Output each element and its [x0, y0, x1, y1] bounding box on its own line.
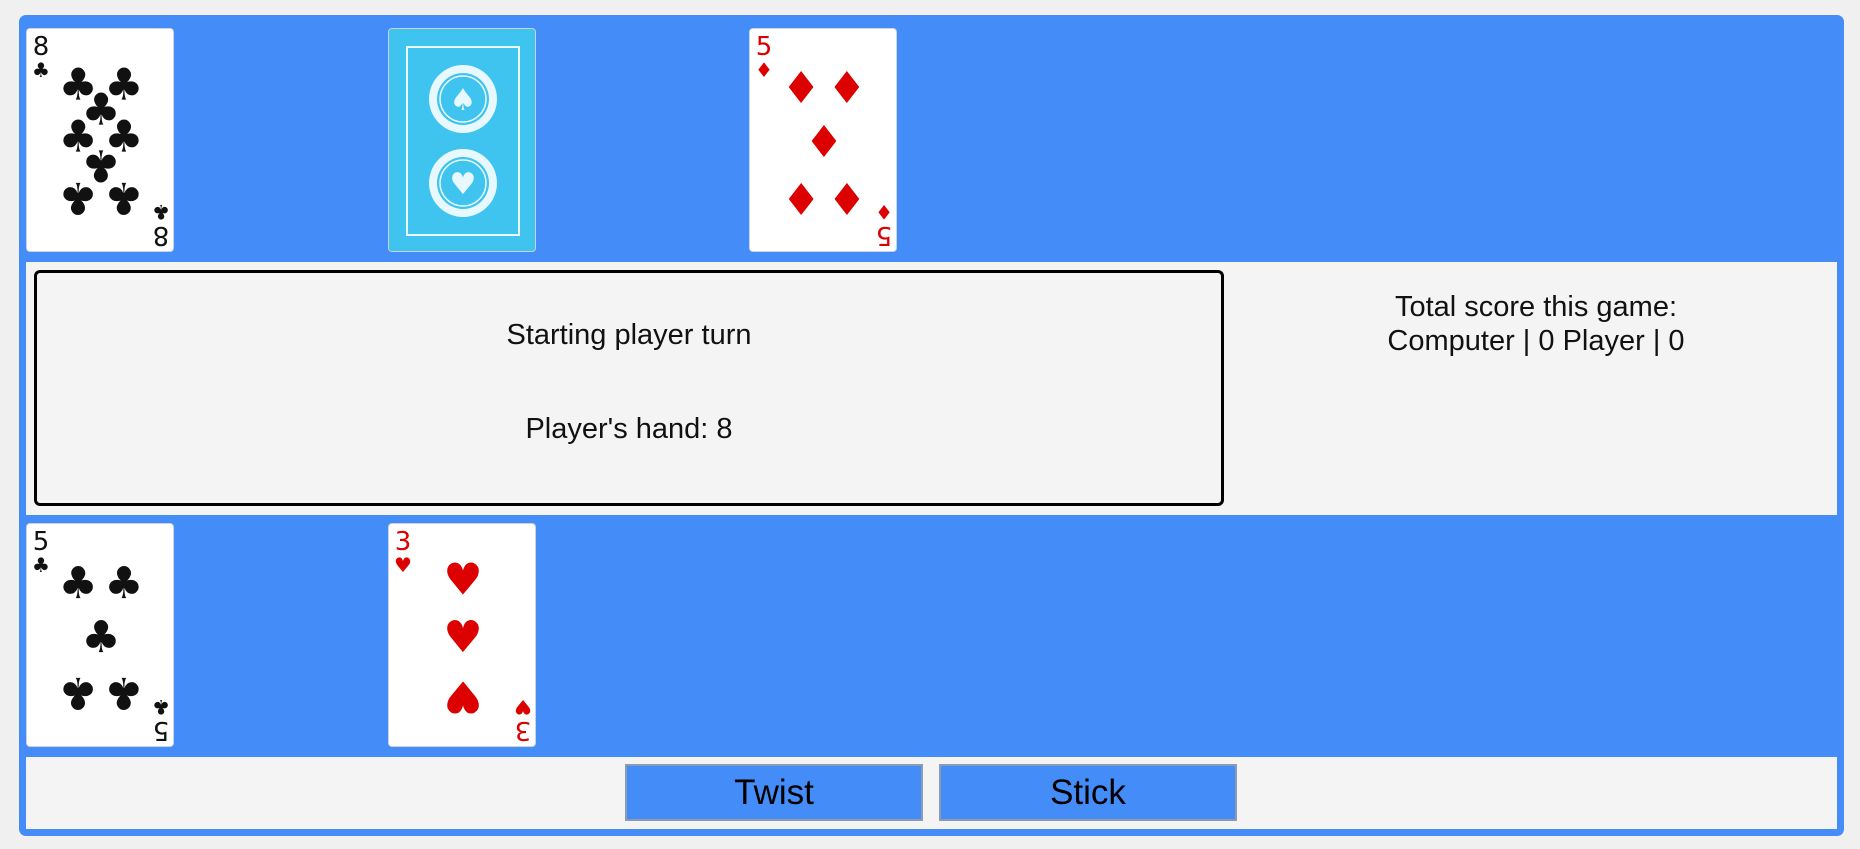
player-card-1-pip-icon: ♣	[81, 612, 120, 663]
computer-card-1-suit-bottom-icon: ♣	[152, 200, 170, 224]
hand-total-message: Player's hand: 8	[525, 413, 733, 445]
score-display: Total score this game: Computer | 0 Play…	[1241, 290, 1831, 358]
player-card-1-pip-icon: ♣	[104, 558, 143, 609]
player-card-2-pip-icon: ♥	[443, 671, 482, 722]
computer-card-3: 5 ♦ 5 ♦ ♦ ♦ ♦ ♦ ♦	[749, 28, 897, 252]
computer-card-1-pip-icon: ♣	[58, 172, 97, 223]
stick-button[interactable]: Stick	[939, 764, 1237, 821]
computer-card-1-suit-top-icon: ♣	[32, 58, 50, 82]
computer-card-2: ♠ ♥	[388, 28, 536, 252]
player-card-1-pip-icon: ♣	[58, 558, 97, 609]
player-card-1-pip-icon: ♣	[58, 667, 97, 718]
twist-button[interactable]: Twist	[625, 764, 923, 821]
computer-card-3-pip-icon: ♦	[827, 63, 866, 114]
player-card-1-pip-icon: ♣	[104, 667, 143, 718]
computer-card-3-suit-bottom-icon: ♦	[875, 200, 893, 224]
player-card-1: 5 ♣ 5 ♣ ♣ ♣ ♣ ♣ ♣	[26, 523, 174, 747]
score-values: Computer | 0 Player | 0	[1387, 325, 1685, 357]
player-card-2-suit-top-icon: ♥	[394, 553, 412, 577]
player-card-2-suit-bottom-icon: ♥	[514, 695, 532, 719]
player-card-2: 3 ♥ 3 ♥ ♥ ♥ ♥	[388, 523, 536, 747]
computer-card-3-pip-icon: ♦	[827, 172, 866, 223]
player-hand: 5 ♣ 5 ♣ ♣ ♣ ♣ ♣ ♣ 3 ♥ 3 ♥ ♥ ♥ ♥	[26, 522, 1837, 749]
score-title: Total score this game:	[1394, 291, 1678, 323]
computer-card-3-pip-icon: ♦	[804, 117, 843, 168]
computer-card-3-pip-icon: ♦	[781, 172, 820, 223]
controls-bar: Twist Stick	[26, 757, 1837, 829]
computer-card-3-suit-top-icon: ♦	[755, 58, 773, 82]
message-box: Starting player turn Player's hand: 8	[34, 270, 1224, 506]
svg-text:♥: ♥	[450, 167, 477, 202]
player-card-1-suit-top-icon: ♣	[32, 553, 50, 577]
computer-hand: 8 ♣ 8 ♣ ♣ ♣ ♣ ♣ ♣ ♣ ♣ ♣ ♠ ♥ 5 ♦ 5 ♦ ♦ ♦ ♦ ♦ ♦	[26, 28, 1837, 255]
player-card-1-suit-bottom-icon: ♣	[152, 695, 170, 719]
card-back-icon: ♠♥	[389, 29, 535, 251]
player-card-2-pip-icon: ♥	[443, 554, 482, 605]
computer-card-3-pip-icon: ♦	[781, 63, 820, 114]
status-panel: Starting player turn Player's hand: 8 To…	[26, 262, 1837, 515]
svg-text:♠: ♠	[450, 83, 477, 118]
turn-message: Starting player turn	[506, 319, 752, 351]
player-card-2-pip-icon: ♥	[443, 612, 482, 663]
computer-card-1-pip-icon: ♣	[104, 172, 143, 223]
computer-card-1: 8 ♣ 8 ♣ ♣ ♣ ♣ ♣ ♣ ♣ ♣ ♣	[26, 28, 174, 252]
